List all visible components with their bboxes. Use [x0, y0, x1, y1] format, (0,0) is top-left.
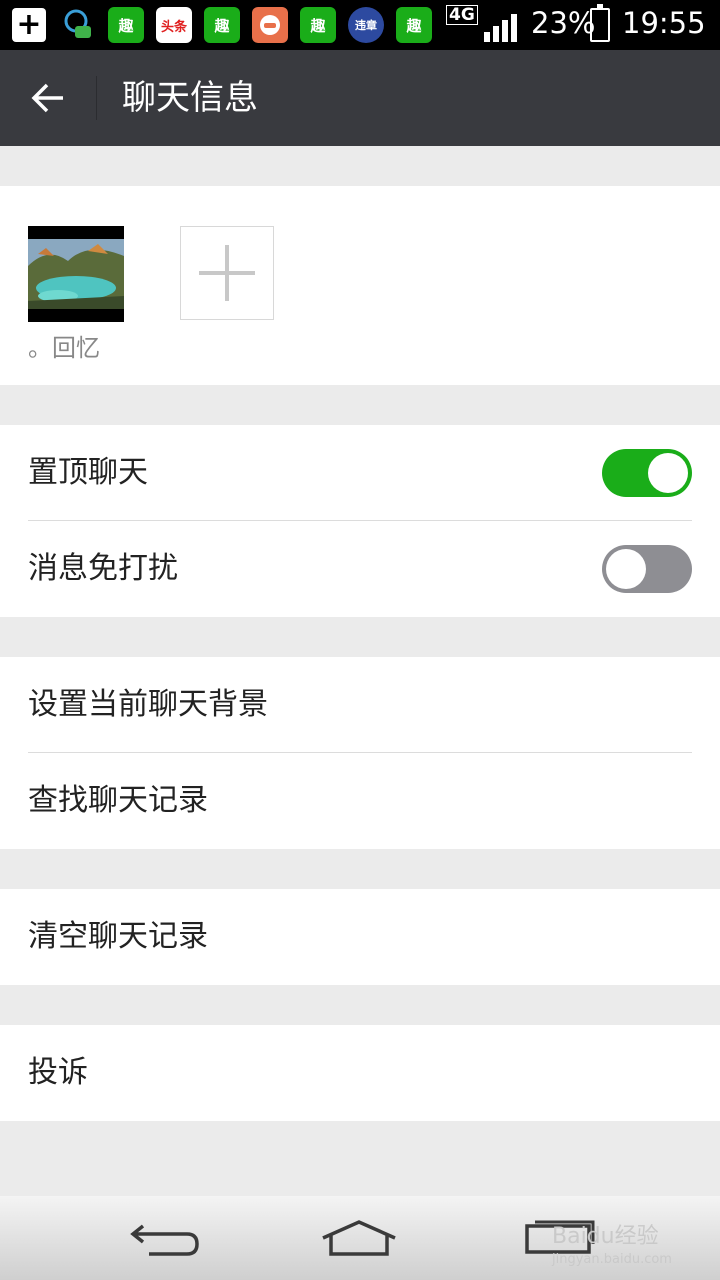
nav-back-icon: [130, 1224, 199, 1256]
add-member-button[interactable]: [180, 226, 274, 320]
pin-chat-toggle[interactable]: [602, 449, 692, 497]
title-bar: 聊天信息: [0, 50, 720, 146]
pin-chat-label: 置顶聊天: [28, 455, 148, 490]
watermark-brand: Baidu经验: [552, 1224, 659, 1249]
report-label: 投诉: [28, 1055, 88, 1090]
title-divider: [96, 76, 97, 120]
qu-app-icon: 趣: [108, 7, 144, 43]
page-title: 聊天信息: [122, 78, 258, 118]
battery-percent: 23%: [531, 6, 596, 40]
mute-toggle[interactable]: [602, 545, 692, 593]
car-app-icon: [252, 7, 288, 43]
plus-icon: [199, 245, 255, 301]
plus-icon: +: [12, 8, 46, 42]
traffic-app-icon: 违章: [348, 7, 384, 43]
qu-app-icon: 趣: [204, 7, 240, 43]
network-type: 4G: [446, 5, 478, 25]
qq-chat-icon: [60, 7, 96, 43]
pin-chat-row[interactable]: 置顶聊天: [0, 425, 720, 521]
report-section: 投诉: [0, 1025, 720, 1121]
landscape-photo: [28, 226, 124, 322]
set-background-row[interactable]: 设置当前聊天背景: [0, 657, 720, 753]
clear-history-label: 清空聊天记录: [28, 919, 208, 954]
battery-icon: [590, 4, 610, 42]
clear-history-section: 清空聊天记录: [0, 889, 720, 985]
nav-back-button[interactable]: [120, 1210, 210, 1266]
member-name: 。回忆: [28, 334, 100, 362]
nav-home-icon: [322, 1220, 396, 1256]
watermark-url: jingyan.baidu.com: [552, 1252, 672, 1267]
arrow-left-icon: [31, 83, 63, 113]
set-background-label: 设置当前聊天背景: [28, 687, 268, 722]
toggle-knob: [606, 549, 646, 589]
status-bar: + 趣 头条 趣 趣 违章 趣 4G 23% 19:55: [0, 0, 720, 50]
toggle-settings-section: 置顶聊天 消息免打扰: [0, 425, 720, 617]
qu-app-icon: 趣: [396, 7, 432, 43]
clear-history-row[interactable]: 清空聊天记录: [0, 889, 720, 985]
member-avatar[interactable]: [28, 226, 124, 322]
baidu-watermark: Baidu经验 jingyan.baidu.com: [552, 1218, 672, 1267]
mute-label: 消息免打扰: [28, 551, 178, 586]
search-history-row[interactable]: 查找聊天记录: [0, 753, 720, 849]
back-button[interactable]: [20, 70, 76, 126]
members-section: 。回忆: [0, 186, 720, 385]
mute-row[interactable]: 消息免打扰: [0, 521, 720, 617]
chat-options-section: 设置当前聊天背景 查找聊天记录: [0, 657, 720, 849]
qu-app-icon: 趣: [300, 7, 336, 43]
clock: 19:55: [622, 6, 706, 40]
signal-icon: [484, 10, 524, 42]
search-history-label: 查找聊天记录: [28, 783, 208, 818]
toggle-knob: [648, 453, 688, 493]
toutiao-icon: 头条: [156, 7, 192, 43]
report-row[interactable]: 投诉: [0, 1025, 720, 1121]
nav-home-button[interactable]: [314, 1210, 404, 1266]
